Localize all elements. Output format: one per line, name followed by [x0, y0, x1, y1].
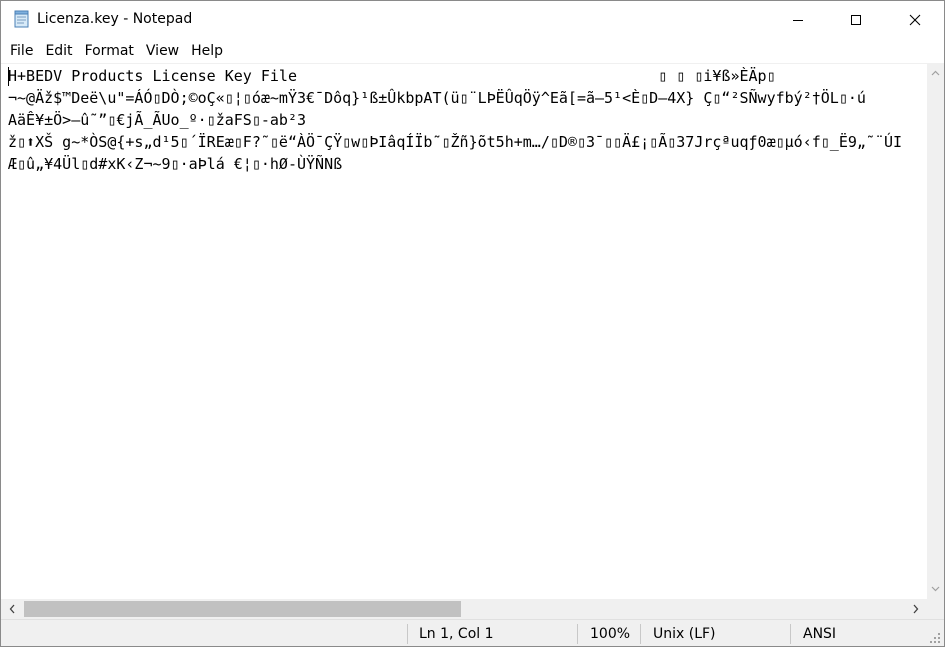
scroll-right-button[interactable]: [905, 599, 927, 619]
horizontal-scrollbar[interactable]: [1, 599, 927, 619]
scrollbar-corner: [927, 599, 944, 619]
menu-file[interactable]: File: [4, 39, 39, 63]
text-line: ¬~@Äž$™Deë\u"=ÁÓ▯DÒ;©oÇ«▯¦▯óæ~mŸ3€¯Dôq}¹…: [8, 89, 866, 107]
window-title: Licenza.key - Notepad: [37, 11, 193, 27]
minimize-button[interactable]: [769, 1, 827, 39]
resize-grip-icon[interactable]: [930, 633, 941, 644]
close-icon: [909, 14, 921, 26]
close-button[interactable]: [886, 1, 944, 39]
menu-view[interactable]: View: [140, 39, 185, 63]
text-line: H+BEDV Products License Key File ▯ ▯ ▯i¥…: [8, 67, 776, 85]
line-endings: Unix (LF): [653, 626, 716, 642]
chevron-down-icon: [931, 586, 940, 592]
status-bar: Ln 1, Col 1 100% Unix (LF) ANSI: [1, 619, 944, 646]
chevron-up-icon: [931, 70, 940, 76]
zoom-level: 100%: [590, 626, 631, 642]
menu-help[interactable]: Help: [185, 39, 229, 63]
vertical-scrollbar[interactable]: [927, 63, 944, 599]
scroll-down-button[interactable]: [927, 579, 944, 599]
status-separator: [640, 624, 641, 644]
maximize-icon: [851, 15, 861, 25]
chevron-right-icon: [913, 604, 919, 614]
text-line: Æ▯û„¥4Ül▯d#xK‹Z¬~9▯·aÞlá €¦▯·hØ-ÙŸÑNß: [8, 155, 343, 173]
text-line: AäÊ¥±Ö>–û˜”▯€jÃ_ÃUo_º·▯žaFS▯-ab²3: [8, 111, 307, 129]
text-caret: [8, 67, 9, 86]
status-separator: [407, 624, 408, 644]
scroll-left-button[interactable]: [1, 599, 23, 619]
text-editor[interactable]: H+BEDV Products License Key File ▯ ▯ ▯i¥…: [1, 63, 927, 600]
text-line: ž▯⬆XŠ g~*ÒS@{+s„d¹5▯´ÏREæ▯F?˜▯ë“ÀÖ¯ÇŸ▯w▯…: [8, 133, 903, 151]
menu-format[interactable]: Format: [79, 39, 140, 63]
status-separator: [577, 624, 578, 644]
notepad-icon[interactable]: [13, 10, 31, 28]
cursor-position: Ln 1, Col 1: [419, 626, 494, 642]
menu-bar: File Edit Format View Help: [1, 39, 944, 63]
encoding: ANSI: [803, 626, 837, 642]
status-separator: [790, 624, 791, 644]
chevron-left-icon: [9, 604, 15, 614]
notepad-window: Licenza.key - Notepad File Edit Format V…: [0, 0, 945, 647]
horizontal-scroll-thumb[interactable]: [24, 601, 461, 617]
menu-edit[interactable]: Edit: [39, 39, 78, 63]
maximize-button[interactable]: [827, 1, 885, 39]
minimize-icon: [793, 20, 803, 21]
scroll-up-button[interactable]: [927, 63, 944, 83]
title-bar[interactable]: Licenza.key - Notepad: [1, 1, 944, 39]
